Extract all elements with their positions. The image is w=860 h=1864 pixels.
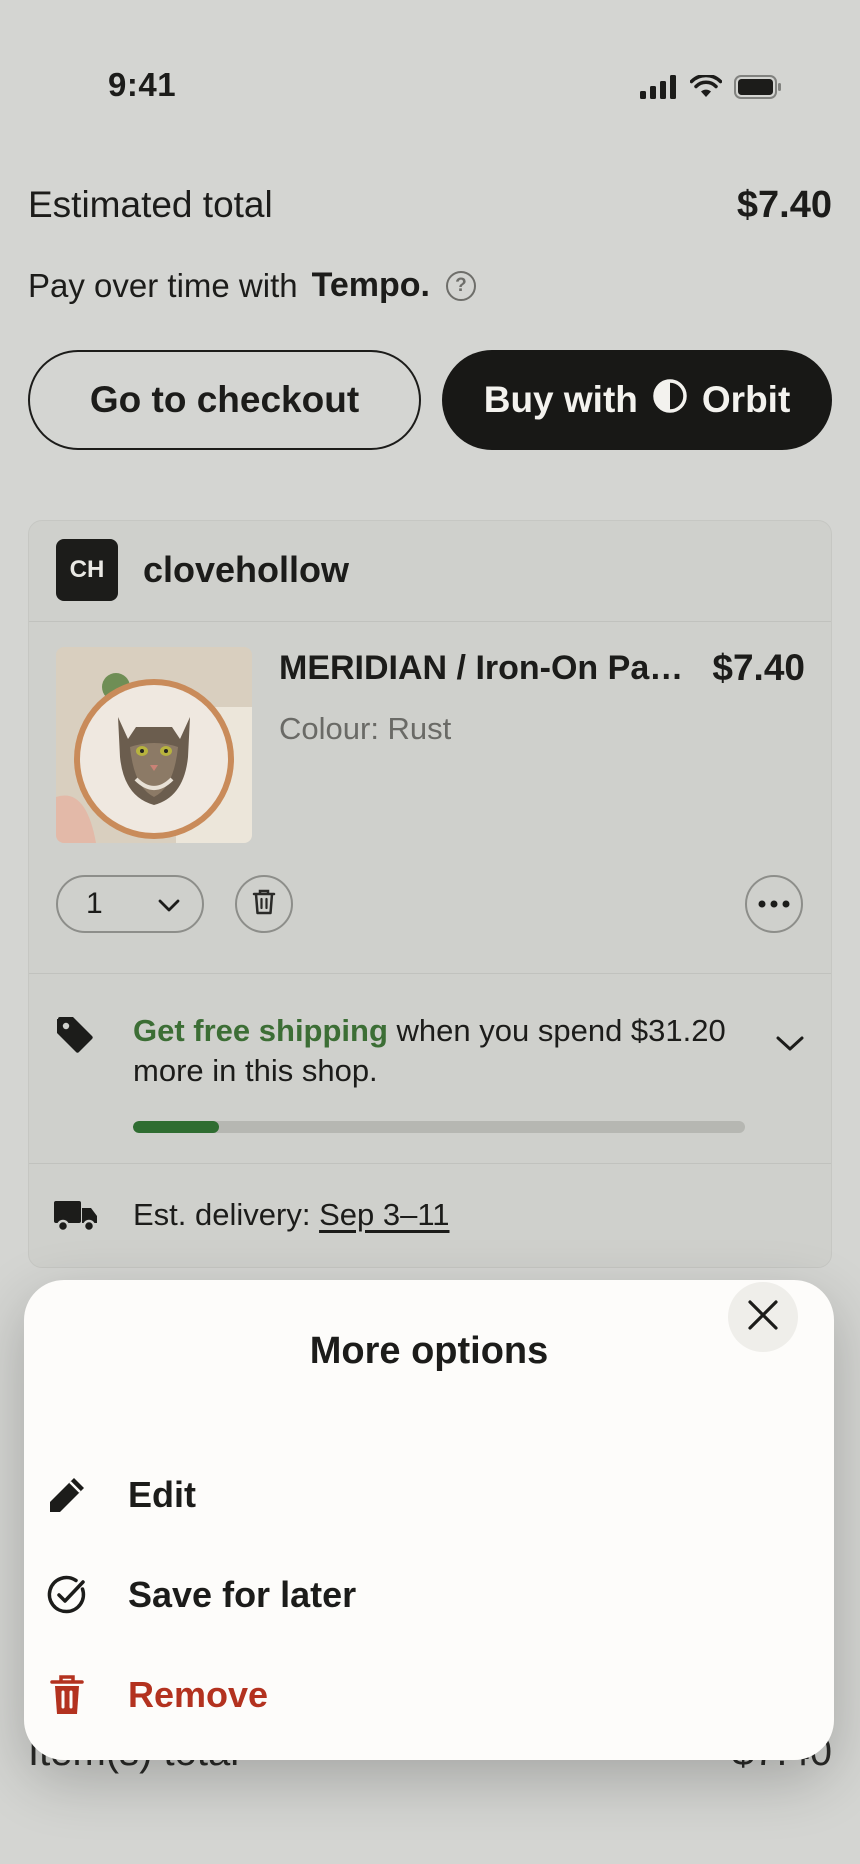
item-thumbnail[interactable] xyxy=(56,647,252,843)
pay-over-time: Pay over time with Tempo. ? xyxy=(28,266,476,305)
buy-with-orbit-button[interactable]: Buy with Orbit xyxy=(442,350,832,450)
tempo-prefix: Pay over time with xyxy=(28,266,298,304)
shop-card: CH clovehollow MERIDIAN / Iron-On Patc..… xyxy=(28,520,832,1268)
orbit-brand: Orbit xyxy=(701,379,791,420)
go-to-checkout-button[interactable]: Go to checkout xyxy=(28,350,421,450)
shop-logo: CH xyxy=(56,539,118,601)
item-variant: Colour: Rust xyxy=(279,711,452,746)
edit-option[interactable]: Edit xyxy=(46,1460,196,1530)
pencil-icon xyxy=(46,1474,88,1516)
progress-fill xyxy=(133,1121,219,1133)
sheet-title: More options xyxy=(309,1330,549,1372)
estimated-total-label: Estimated total xyxy=(28,184,273,225)
tempo-brand: Tempo. xyxy=(311,266,430,304)
check-circle-icon xyxy=(46,1574,88,1616)
chevron-down-icon[interactable] xyxy=(775,1035,805,1058)
save-for-later-option[interactable]: Save for later xyxy=(46,1560,356,1630)
remove-label: Remove xyxy=(128,1674,269,1715)
trash-icon xyxy=(252,888,276,921)
checkout-label: Go to checkout xyxy=(89,379,360,420)
signal-icon xyxy=(640,74,678,104)
delete-item-button[interactable] xyxy=(235,875,293,933)
free-shipping-progress xyxy=(133,1121,745,1133)
status-time: 9:41 xyxy=(108,66,177,103)
more-options-button[interactable] xyxy=(745,875,803,933)
shop-header[interactable]: CH clovehollow xyxy=(29,521,831,622)
estimated-delivery: Est. delivery: Sep 3–11 xyxy=(133,1197,450,1233)
item-title[interactable]: MERIDIAN / Iron-On Patc... xyxy=(279,649,689,688)
status-icons xyxy=(640,73,782,104)
more-icon xyxy=(758,895,790,913)
free-shipping-highlight: Get free shipping xyxy=(133,1013,388,1048)
quantity-select[interactable]: 1 xyxy=(56,875,204,933)
delivery-label: Est. delivery: xyxy=(133,1197,320,1232)
truck-icon xyxy=(53,1197,99,1238)
tag-icon xyxy=(55,1015,95,1060)
edit-label: Edit xyxy=(128,1474,196,1515)
item-price: $7.40 xyxy=(712,647,805,688)
quantity-value: 1 xyxy=(86,887,103,920)
trash-icon xyxy=(46,1674,88,1716)
battery-icon xyxy=(734,74,782,104)
remove-option[interactable]: Remove xyxy=(46,1660,268,1730)
question-icon[interactable]: ? xyxy=(445,270,476,301)
free-shipping-message: Get free shipping when you spend $31.20 … xyxy=(133,1011,753,1091)
orbit-logo-icon xyxy=(652,378,688,423)
wifi-icon xyxy=(689,73,723,104)
orbit-prefix: Buy with xyxy=(483,379,638,420)
shop-name[interactable]: clovehollow xyxy=(143,549,349,591)
delivery-dates-link[interactable]: Sep 3–11 xyxy=(319,1197,449,1232)
save-for-later-label: Save for later xyxy=(128,1574,357,1615)
divider xyxy=(29,973,831,974)
divider xyxy=(29,1163,831,1164)
more-options-sheet: More options Edit Save for later Remove xyxy=(24,1280,834,1760)
chevron-down-icon xyxy=(158,887,180,921)
estimated-total-value: $7.40 xyxy=(736,184,832,226)
